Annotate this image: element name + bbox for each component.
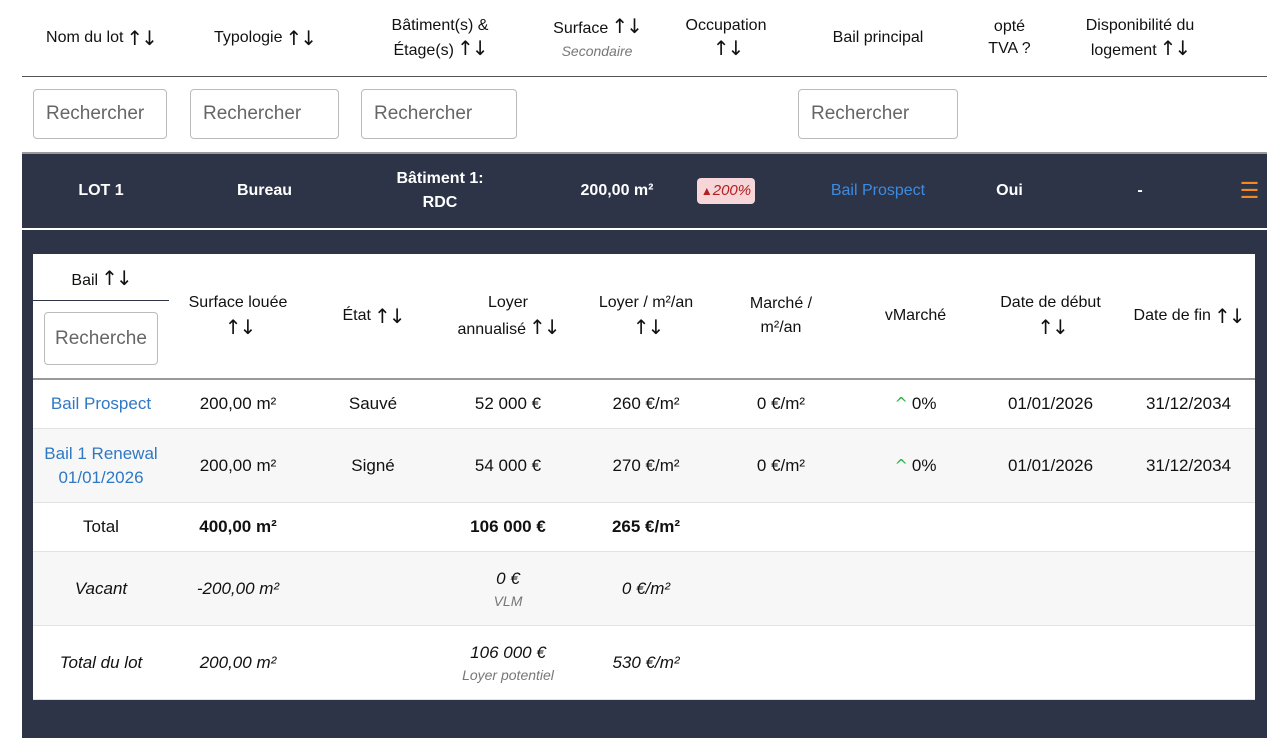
baux-table: Bail↑↓ Surface louée↑↓ État↑↓ Loyerannua… bbox=[33, 254, 1255, 700]
col-bail: Bail ↑↓ bbox=[33, 254, 169, 378]
col-tva: opté TVA ? bbox=[988, 18, 1031, 57]
search-nom-du-lot-input[interactable] bbox=[33, 89, 167, 139]
vlm-note: VLM bbox=[493, 592, 523, 609]
col-vmarche: vMarché bbox=[884, 307, 947, 324]
total-lot-row: Total du lot 200,00 m² 106 000 € Loyer p… bbox=[33, 626, 1255, 700]
col-bail-principal: Bail principal bbox=[832, 29, 924, 46]
sort-icon[interactable]: ↑↓ bbox=[225, 315, 256, 339]
col-surface[interactable]: Surface ↑↓ Secondaire bbox=[537, 0, 657, 76]
date-fin: 31/12/2034 bbox=[1145, 393, 1232, 413]
vacant-label: Vacant bbox=[74, 578, 128, 598]
search-bail-principal-input[interactable] bbox=[798, 89, 958, 139]
loyer-annualise: 52 000 € bbox=[474, 393, 542, 413]
lot-typologie: Bureau bbox=[236, 182, 293, 199]
vacant-row: Vacant -200,00 m² 0 € VLM 0 €/m² bbox=[33, 552, 1255, 626]
col-date-debut[interactable]: Date de début ↑↓ bbox=[988, 254, 1113, 378]
sort-icon[interactable]: ↑↓ bbox=[285, 27, 316, 49]
baux-table-header: Bail↑↓ Surface louée↑↓ État↑↓ Loyerannua… bbox=[33, 254, 1255, 380]
sort-icon[interactable]: ↑↓ bbox=[529, 315, 560, 339]
loyer-m2: 260 €/m² bbox=[612, 393, 680, 413]
etat: Signé bbox=[351, 455, 395, 475]
lots-table-header: Nom du lot ↑↓ Typologie ↑↓ Bâtiment(s) & Ét… bbox=[22, 0, 1267, 77]
trend-up-icon: ^ bbox=[894, 455, 908, 475]
sort-icon[interactable]: ↑↓ bbox=[633, 315, 664, 339]
col-bail-label[interactable]: Bail ↑↓ bbox=[33, 262, 169, 301]
col-typologie[interactable]: Typologie ↑↓ bbox=[192, 0, 337, 76]
surface-louee: 200,00 m² bbox=[199, 393, 277, 413]
surface-secondaire-label: Secondaire bbox=[561, 42, 633, 59]
col-etat[interactable]: État ↑↓ bbox=[318, 254, 428, 378]
sort-icon[interactable]: ↑↓ bbox=[713, 36, 744, 60]
total-label: Total bbox=[83, 517, 119, 536]
search-typologie-input[interactable] bbox=[190, 89, 339, 139]
lot-bail-principal[interactable]: Bail Prospect bbox=[798, 154, 958, 228]
search-batiments-input[interactable] bbox=[361, 89, 517, 139]
col-disponibilite[interactable]: Disponibilité du logement ↑↓ bbox=[1060, 0, 1220, 76]
etat: Sauvé bbox=[348, 393, 398, 413]
date-debut: 01/01/2026 bbox=[1007, 393, 1094, 413]
sort-icon[interactable]: ↑↓ bbox=[101, 266, 132, 290]
lot-surface: 200,00 m² bbox=[580, 182, 654, 199]
surface-louee: 200,00 m² bbox=[199, 455, 277, 475]
lot-batiment: Bâtiment 1: RDC bbox=[396, 170, 484, 211]
bail-link[interactable]: Bail 1 Renewal 01/01/2026 bbox=[44, 442, 157, 490]
col-loyer-m2[interactable]: Loyer / m²/an ↑↓ bbox=[581, 254, 711, 378]
occupation-warning-badge: ▲200% bbox=[696, 178, 756, 204]
total-loyer: 106 000 € bbox=[470, 517, 546, 536]
sort-icon[interactable]: ↑↓ bbox=[457, 36, 488, 60]
col-nom-du-lot[interactable]: Nom du lot ↑↓ bbox=[22, 0, 180, 76]
lot-tva: Oui bbox=[996, 182, 1023, 199]
total-surface: 400,00 m² bbox=[199, 517, 277, 536]
col-loyer-annualise[interactable]: Loyer annualisé ↑↓ bbox=[448, 254, 568, 378]
table-row[interactable]: Bail Prospect 200,00 m² Sauvé 52 000 € 2… bbox=[33, 379, 1255, 429]
sort-icon[interactable]: ↑↓ bbox=[1037, 315, 1068, 339]
total-lot-loyer: 106 000 € Loyer potentiel bbox=[462, 642, 554, 683]
sort-icon[interactable]: ↑↓ bbox=[1160, 36, 1191, 60]
bail-link[interactable]: Bail Prospect bbox=[51, 392, 151, 416]
date-debut: 01/01/2026 bbox=[1007, 455, 1094, 475]
trend-up-icon: ^ bbox=[894, 393, 908, 413]
marche-m2: 0 €/m² bbox=[756, 393, 806, 413]
vacant-loyer-m2: 0 €/m² bbox=[621, 578, 671, 598]
col-surface-louee[interactable]: Surface louée ↑↓ bbox=[173, 254, 303, 378]
vacant-loyer: 0 € VLM bbox=[493, 568, 523, 609]
total-row: Total 400,00 m² 106 000 € 265 €/m² bbox=[33, 503, 1255, 552]
sort-icon[interactable]: ↑↓ bbox=[611, 14, 642, 38]
sort-icon[interactable]: ↑↓ bbox=[1214, 304, 1245, 328]
total-loyer-m2: 265 €/m² bbox=[611, 517, 681, 536]
lot-menu[interactable]: ☰ bbox=[1232, 154, 1267, 228]
col-occupation[interactable]: Occupation ↑↓ bbox=[670, 0, 782, 76]
bail-principal-link[interactable]: Bail Prospect bbox=[831, 179, 925, 203]
loyer-annualise: 54 000 € bbox=[474, 455, 542, 475]
warning-icon: ▲ bbox=[700, 184, 713, 198]
col-batiments[interactable]: Bâtiment(s) & Étage(s) ↑↓ bbox=[361, 0, 519, 76]
col-marche: Marché / m²/an bbox=[749, 295, 813, 336]
col-date-fin[interactable]: Date de fin ↑↓ bbox=[1126, 254, 1251, 378]
table-row[interactable]: Bail 1 Renewal 01/01/2026 200,00 m² Signé… bbox=[33, 429, 1255, 503]
lot-row[interactable]: LOT 1 Bureau Bâtiment 1: RDC 200,00 m² ▲2… bbox=[22, 154, 1267, 230]
loyer-m2: 270 €/m² bbox=[612, 455, 680, 475]
marche-m2: 0 €/m² bbox=[756, 455, 806, 475]
lot-occupation: ▲200% bbox=[670, 154, 782, 228]
total-lot-loyer-m2: 530 €/m² bbox=[612, 652, 680, 672]
loyer-potentiel-note: Loyer potentiel bbox=[462, 666, 554, 683]
search-bail-input[interactable] bbox=[44, 312, 158, 365]
sort-icon[interactable]: ↑↓ bbox=[374, 304, 405, 328]
filter-row bbox=[22, 78, 1267, 154]
lot-name: LOT 1 bbox=[78, 182, 124, 199]
hamburger-menu-icon[interactable]: ☰ bbox=[1240, 179, 1260, 203]
vmarche: ^ 0% bbox=[858, 379, 973, 428]
lot-detail-panel: Bail↑↓ Surface louée↑↓ État↑↓ Loyerannua… bbox=[22, 230, 1267, 738]
sort-icon[interactable]: ↑↓ bbox=[126, 27, 157, 49]
date-fin: 31/12/2034 bbox=[1145, 455, 1232, 475]
vacant-surface: -200,00 m² bbox=[196, 578, 280, 598]
lot-disponibilite: - bbox=[1137, 182, 1143, 199]
vmarche: ^ 0% bbox=[858, 429, 973, 502]
total-lot-label: Total du lot bbox=[59, 652, 143, 672]
total-lot-surface: 200,00 m² bbox=[199, 652, 277, 672]
